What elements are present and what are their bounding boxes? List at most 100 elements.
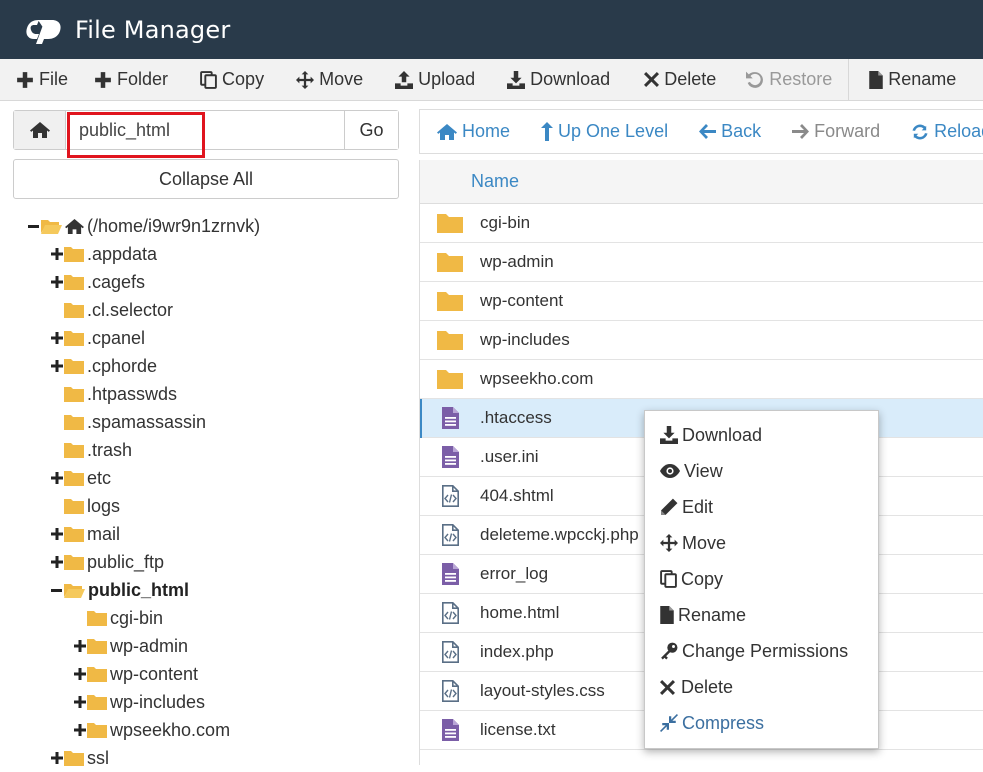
expand-icon[interactable] <box>73 660 86 688</box>
back-button[interactable]: Back <box>699 121 761 142</box>
download-label: Download <box>530 69 611 89</box>
expand-icon[interactable] <box>50 464 63 492</box>
tree-item-logs[interactable]: logs <box>50 492 120 520</box>
restore-label: Restore <box>769 69 833 89</box>
tree-item-cphorde[interactable]: .cphorde <box>50 352 157 380</box>
column-header-name[interactable]: Name <box>471 171 519 192</box>
arrow-up-icon <box>541 122 554 141</box>
table-row[interactable]: wp-includes <box>420 321 983 360</box>
path-home-button[interactable] <box>14 111 66 149</box>
folder-icon <box>64 751 84 766</box>
menu-item-rename[interactable]: Rename <box>645 597 878 633</box>
tree-item-label: .cl.selector <box>87 299 174 320</box>
tree-item-wp-admin[interactable]: wp-admin <box>73 632 188 660</box>
reload-button[interactable]: Reload <box>911 121 983 142</box>
folder-icon <box>64 303 84 318</box>
expand-icon[interactable] <box>50 240 63 268</box>
folder-icon <box>64 443 84 458</box>
upload-button[interactable]: Upload <box>395 59 489 100</box>
expand-icon[interactable] <box>50 548 63 576</box>
table-row[interactable]: wp-admin <box>420 243 983 282</box>
new-file-button[interactable]: File <box>16 59 82 100</box>
tree-item-wpseekho[interactable]: wpseekho.com <box>73 716 230 744</box>
expand-icon[interactable] <box>73 632 86 660</box>
path-input[interactable] <box>66 111 344 149</box>
move-button[interactable]: Move <box>296 59 377 100</box>
key-icon <box>661 642 678 660</box>
forward-button[interactable]: Forward <box>792 121 880 142</box>
table-row[interactable]: wpseekho.com <box>420 360 983 399</box>
rename-button[interactable]: Rename <box>869 59 970 100</box>
menu-item-copy[interactable]: Copy <box>645 561 878 597</box>
expand-icon[interactable] <box>73 716 86 744</box>
app-header: File Manager <box>0 0 983 59</box>
expand-icon[interactable] <box>50 520 63 548</box>
tree-item-trash[interactable]: .trash <box>50 436 132 464</box>
expand-icon[interactable] <box>50 352 63 380</box>
menu-item-compress[interactable]: Compress <box>645 705 878 741</box>
go-button[interactable]: Go <box>344 111 398 149</box>
new-folder-button[interactable]: Folder <box>94 59 182 100</box>
tree-item-label: .cpanel <box>87 327 146 348</box>
copy-button[interactable]: Copy <box>200 59 278 100</box>
tree-item-cgi-bin[interactable]: cgi-bin <box>73 604 163 632</box>
tree-item-wp-includes[interactable]: wp-includes <box>73 688 205 716</box>
tree-item-label: public_ftp <box>87 551 165 572</box>
tree-item-label: .spamassassin <box>87 411 207 432</box>
tree-item-mail[interactable]: mail <box>50 520 120 548</box>
expand-icon[interactable] <box>50 744 63 772</box>
collapse-icon[interactable] <box>50 576 63 604</box>
download-icon <box>660 426 678 444</box>
tree-item-label: etc <box>87 467 112 488</box>
tree-item-ssl[interactable]: ssl <box>50 744 109 772</box>
table-row[interactable]: cgi-bin <box>420 204 983 243</box>
plus-icon <box>95 71 111 88</box>
context-menu: Download View Edit Move Copy Rename Chan… <box>644 410 879 749</box>
tree-item-label: .cphorde <box>87 355 158 376</box>
tree-item-cagefs[interactable]: .cagefs <box>50 268 145 296</box>
tree-item-spamassassin[interactable]: .spamassassin <box>50 408 206 436</box>
copy-icon <box>200 70 217 89</box>
file-name: .htaccess <box>480 408 552 427</box>
menu-item-edit[interactable]: Edit <box>645 489 878 525</box>
tree-item-public-html[interactable]: public_html <box>50 576 189 604</box>
menu-item-delete[interactable]: Delete <box>645 669 878 705</box>
path-bar: Go <box>13 110 399 150</box>
tree-item-cpanel[interactable]: .cpanel <box>50 324 145 352</box>
folder-icon <box>64 555 84 570</box>
tree-item-appdata[interactable]: .appdata <box>50 240 157 268</box>
menu-item-move[interactable]: Move <box>645 525 878 561</box>
tree-item-label: .htpasswds <box>87 383 178 404</box>
collapse-all-button[interactable]: Collapse All <box>13 159 399 199</box>
tree-item-cl-selector[interactable]: .cl.selector <box>50 296 173 324</box>
tree-item-htpasswds[interactable]: .htpasswds <box>50 380 177 408</box>
nav-home-button[interactable]: Home <box>437 121 510 142</box>
folder-icon <box>420 369 480 389</box>
table-row[interactable]: wp-content <box>420 282 983 321</box>
code-file-icon <box>420 602 480 624</box>
expand-icon[interactable] <box>50 268 63 296</box>
text-file-icon <box>420 719 480 741</box>
menu-item-label: Rename <box>678 604 747 625</box>
tree-item-etc[interactable]: etc <box>50 464 111 492</box>
tree-item-root[interactable]: (/home/i9wr9n1zrnvk) <box>27 212 260 240</box>
tree-item-public-ftp[interactable]: public_ftp <box>50 548 164 576</box>
copy-label: Copy <box>222 69 265 89</box>
folder-icon <box>87 667 107 682</box>
delete-label: Delete <box>664 69 717 89</box>
delete-button[interactable]: Delete <box>644 59 730 100</box>
tree-item-wp-content[interactable]: wp-content <box>73 660 198 688</box>
restore-button[interactable]: Restore <box>746 59 846 100</box>
expand-icon[interactable] <box>50 324 63 352</box>
folder-icon <box>87 639 107 654</box>
menu-item-view[interactable]: View <box>645 453 878 489</box>
folder-icon <box>420 213 480 233</box>
download-button[interactable]: Download <box>507 59 624 100</box>
collapse-icon[interactable] <box>27 212 40 240</box>
menu-item-download[interactable]: Download <box>645 417 878 453</box>
menu-item-change-permissions[interactable]: Change Permissions <box>645 633 878 669</box>
move-label: Move <box>319 69 364 89</box>
up-one-level-button[interactable]: Up One Level <box>541 121 668 142</box>
expand-icon[interactable] <box>73 688 86 716</box>
home-icon <box>65 218 84 234</box>
